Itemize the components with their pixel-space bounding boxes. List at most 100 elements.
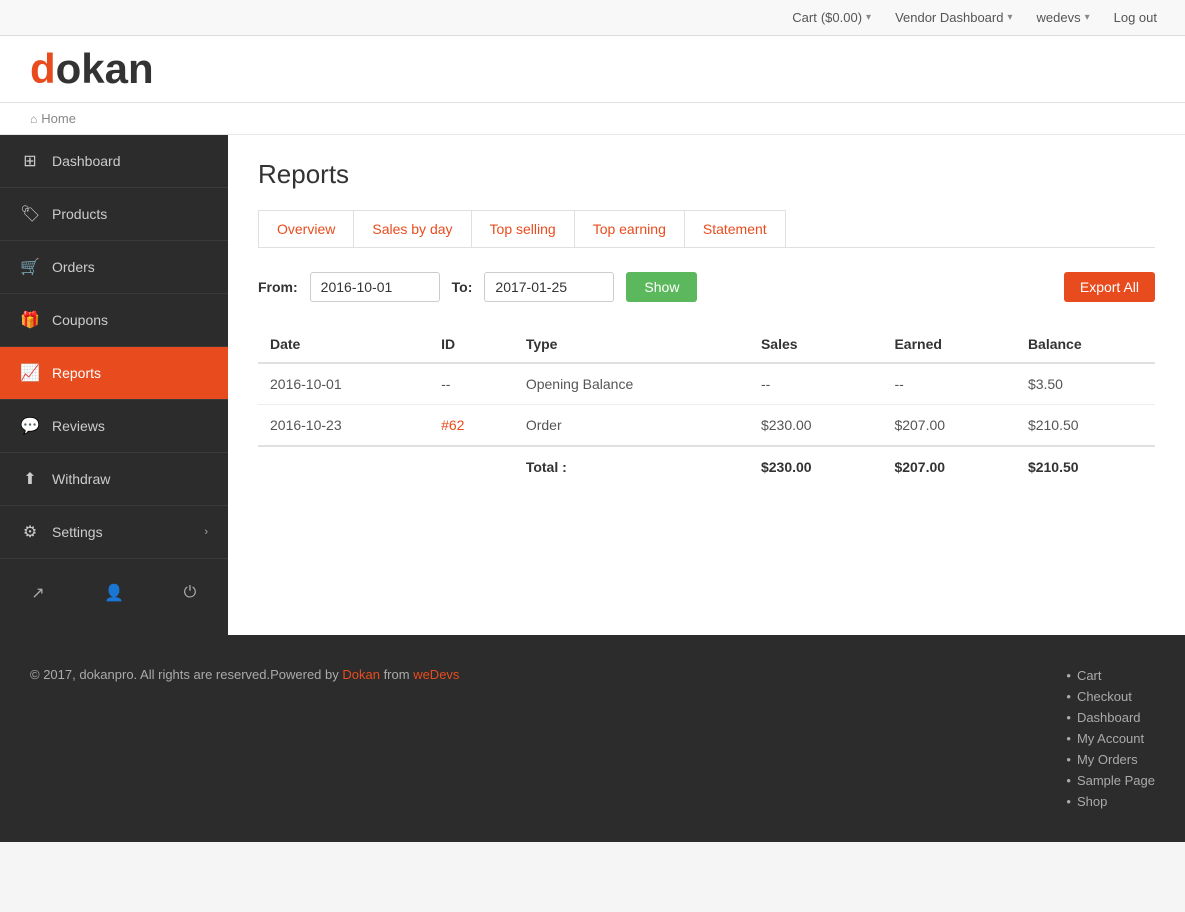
sidebar-item-orders[interactable]: 🛒 Orders	[0, 241, 228, 294]
copyright-text: © 2017, dokanpro. All rights are reserve…	[30, 667, 342, 682]
sidebar-label-coupons: Coupons	[52, 312, 208, 328]
from-text: from	[380, 667, 413, 682]
sidebar-label-orders: Orders	[52, 259, 208, 275]
total-sales: $230.00	[749, 446, 882, 487]
settings-icon: ⚙	[20, 522, 40, 542]
sidebar-item-coupons[interactable]: 🎁 Coupons	[0, 294, 228, 347]
col-type: Type	[514, 326, 749, 363]
footer-nav-checkout: Checkout	[1066, 686, 1155, 707]
products-icon: 🏷	[20, 204, 40, 224]
tabs: Overview Sales by day Top selling Top ea…	[258, 210, 1155, 248]
sidebar-label-reports: Reports	[52, 365, 208, 381]
export-all-button[interactable]: Export All	[1064, 272, 1155, 302]
filter-row: From: To: Show Export All	[258, 272, 1155, 302]
footer-my-account-link[interactable]: My Account	[1077, 731, 1144, 746]
row2-sales: $230.00	[749, 405, 882, 447]
user-chevron-icon: ▾	[1085, 12, 1090, 23]
sidebar-label-withdraw: Withdraw	[52, 471, 208, 487]
footer-shop-link[interactable]: Shop	[1077, 794, 1107, 809]
vendor-dashboard-label: Vendor Dashboard	[895, 10, 1003, 25]
footer-cart-link[interactable]: Cart	[1077, 668, 1102, 683]
tab-overview[interactable]: Overview	[258, 210, 354, 247]
logout-button[interactable]: Log out	[1106, 6, 1165, 29]
row1-balance: $3.50	[1016, 363, 1155, 405]
tab-top-earning[interactable]: Top earning	[574, 210, 685, 247]
to-label: To:	[452, 279, 473, 295]
row1-earned: --	[882, 363, 1015, 405]
external-link-button[interactable]: ↗	[0, 567, 76, 619]
row2-type: Order	[514, 405, 749, 447]
footer-nav-my-orders: My Orders	[1066, 749, 1155, 770]
col-balance: Balance	[1016, 326, 1155, 363]
table-row: 2016-10-01 -- Opening Balance -- -- $3.5…	[258, 363, 1155, 405]
wedevs-link[interactable]: weDevs	[413, 667, 459, 682]
header: dokan	[0, 36, 1185, 103]
settings-chevron-icon: ›	[204, 526, 208, 538]
footer-checkout-link[interactable]: Checkout	[1077, 689, 1132, 704]
sidebar-item-reports[interactable]: 📈 Reports	[0, 347, 228, 400]
row2-balance: $210.50	[1016, 405, 1155, 447]
footer: © 2017, dokanpro. All rights are reserve…	[0, 635, 1185, 842]
footer-nav-cart: Cart	[1066, 665, 1155, 686]
power-button[interactable]: ⏻	[152, 567, 228, 619]
user-profile-button[interactable]: 👤	[76, 567, 152, 619]
logo-d: d	[30, 45, 56, 92]
sidebar-label-products: Products	[52, 206, 208, 222]
to-date-input[interactable]	[484, 272, 614, 302]
tab-top-selling[interactable]: Top selling	[471, 210, 575, 247]
user-dropdown[interactable]: wedevs ▾	[1029, 6, 1098, 29]
breadcrumb: ⌂ Home	[0, 103, 1185, 135]
reviews-icon: 💬	[20, 416, 40, 436]
footer-sample-page-link[interactable]: Sample Page	[1077, 773, 1155, 788]
user-label: wedevs	[1037, 10, 1081, 25]
coupons-icon: 🎁	[20, 310, 40, 330]
footer-dashboard-link[interactable]: Dashboard	[1077, 710, 1141, 725]
from-date-input[interactable]	[310, 272, 440, 302]
sidebar-item-withdraw[interactable]: ⬆ Withdraw	[0, 453, 228, 506]
footer-nav-dashboard: Dashboard	[1066, 707, 1155, 728]
power-icon: ⏻	[184, 584, 197, 602]
breadcrumb-home[interactable]: Home	[41, 111, 76, 126]
total-empty-date	[258, 446, 429, 487]
col-sales: Sales	[749, 326, 882, 363]
footer-nav-shop: Shop	[1066, 791, 1155, 812]
content-area: Reports Overview Sales by day Top sellin…	[228, 135, 1185, 635]
row2-earned: $207.00	[882, 405, 1015, 447]
main-layout: ⊞ Dashboard 🏷 Products 🛒 Orders 🎁 Coupon…	[0, 135, 1185, 635]
sidebar-item-settings[interactable]: ⚙ Settings ›	[0, 506, 228, 559]
sidebar-item-products[interactable]: 🏷 Products	[0, 188, 228, 241]
cart-dropdown[interactable]: Cart ($0.00) ▾	[784, 6, 879, 29]
sidebar-item-reviews[interactable]: 💬 Reviews	[0, 400, 228, 453]
footer-nav: Cart Checkout Dashboard My Account My Or…	[1066, 665, 1155, 812]
report-table: Date ID Type Sales Earned Balance 2016-1…	[258, 326, 1155, 487]
vendor-dashboard-dropdown[interactable]: Vendor Dashboard ▾	[887, 6, 1020, 29]
tab-statement[interactable]: Statement	[684, 210, 786, 247]
sidebar-item-dashboard[interactable]: ⊞ Dashboard	[0, 135, 228, 188]
show-button[interactable]: Show	[626, 272, 697, 302]
external-link-icon: ↗	[31, 583, 44, 603]
home-icon: ⌂	[30, 112, 37, 126]
total-row: Total : $230.00 $207.00 $210.50	[258, 446, 1155, 487]
total-balance: $210.50	[1016, 446, 1155, 487]
table-row: 2016-10-23 #62 Order $230.00 $207.00 $21…	[258, 405, 1155, 447]
row1-sales: --	[749, 363, 882, 405]
total-empty-id	[429, 446, 514, 487]
from-label: From:	[258, 279, 298, 295]
logo: dokan	[30, 48, 154, 90]
total-label: Total :	[514, 446, 749, 487]
sidebar-bottom: ↗ 👤 ⏻	[0, 567, 228, 619]
tab-sales-by-day[interactable]: Sales by day	[353, 210, 471, 247]
sidebar-label-reviews: Reviews	[52, 418, 208, 434]
logo-rest: okan	[56, 45, 154, 92]
row1-date: 2016-10-01	[258, 363, 429, 405]
cart-amount: ($0.00)	[821, 10, 862, 25]
reports-icon: 📈	[20, 363, 40, 383]
cart-chevron-icon: ▾	[866, 12, 871, 23]
sidebar-label-settings: Settings	[52, 524, 192, 540]
footer-my-orders-link[interactable]: My Orders	[1077, 752, 1138, 767]
col-id: ID	[429, 326, 514, 363]
dokan-link[interactable]: Dokan	[342, 667, 380, 682]
sidebar: ⊞ Dashboard 🏷 Products 🛒 Orders 🎁 Coupon…	[0, 135, 228, 635]
order-link[interactable]: #62	[441, 417, 464, 433]
col-earned: Earned	[882, 326, 1015, 363]
